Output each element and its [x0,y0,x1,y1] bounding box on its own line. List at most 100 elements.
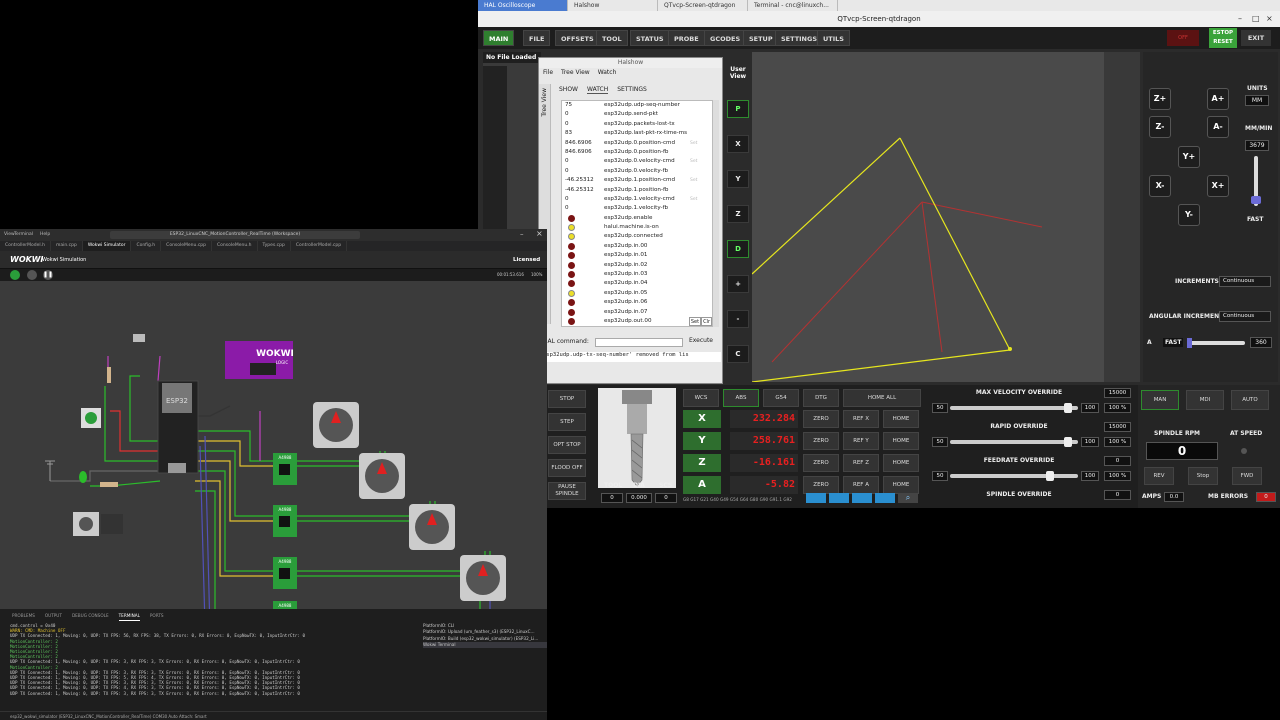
tab-show[interactable]: SHOW [559,86,578,94]
set-value-button[interactable] [690,110,712,119]
maximize-icon[interactable]: □ [1252,11,1260,27]
jog-a-plus-button[interactable]: A+ [1207,88,1229,110]
mode-mdi-button[interactable]: MDI [1186,390,1224,410]
zoom-in-button[interactable]: + [727,275,749,293]
potentiometer[interactable] [133,334,145,342]
jog-x-plus-button[interactable]: X+ [1207,175,1229,197]
toolbar-icon[interactable] [806,493,826,503]
terminal-list-item[interactable]: PlatformIO: Upload (um_feather_s3) (ESP3… [423,629,547,635]
panel-tab-debug-console[interactable]: DEBUG CONSOLE [72,611,109,621]
tab-tool[interactable]: TOOL [596,30,628,46]
set-value-button[interactable] [690,101,712,110]
menu-file[interactable]: File [543,68,553,78]
user-view-label[interactable]: User View [728,66,748,80]
taskbar-item-oscilloscope[interactable]: HAL Oscilloscope [478,0,568,11]
tab-offsets[interactable]: OFFSETS [555,30,600,46]
ref-a-button[interactable]: REF A [843,476,879,494]
editor-tab[interactable]: ControllerModel.h [0,241,51,251]
spindle-stop-button[interactable]: Stop [1188,467,1218,485]
jog-y-plus-button[interactable]: Y+ [1178,146,1200,168]
max-velocity-slider-handle[interactable] [1064,403,1072,413]
home-x-button[interactable]: HOME [883,410,919,428]
home-y-button[interactable]: HOME [883,432,919,450]
menu-watch[interactable]: Watch [598,68,617,78]
hal-command-input[interactable] [595,338,683,347]
terminal-output[interactable]: cmd.control = 0x40 WARN: CMD: Machine OFF… [10,623,415,711]
tab-status[interactable]: STATUS [630,30,670,46]
minimize-icon[interactable]: – [1238,11,1242,27]
zero-y-button[interactable]: ZERO [803,432,839,450]
execute-button[interactable]: Execute [689,337,713,344]
editor-tab[interactable]: ConsoleMenu.cpp [161,241,213,251]
wokwi-circuit-canvas[interactable]: WOKWI LOGIC ESP32 A4988 A4988 A4988 A498… [0,281,547,609]
flood-off-button[interactable]: FLOOD OFF [548,459,586,477]
tab-utils[interactable]: UTILS [817,30,850,46]
taskbar-item-terminal[interactable]: Terminal - cnc@linuxch... [748,0,838,11]
zero-a-button[interactable]: ZERO [803,476,839,494]
jog-z-plus-button[interactable]: Z+ [1149,88,1171,110]
home-a-button[interactable]: HOME [883,476,919,494]
panel-tab-ports[interactable]: PORTS [150,611,164,621]
ref-y-button[interactable]: REF Y [843,432,879,450]
rotary-encoder-knob[interactable] [79,517,93,531]
taskbar-item-qtdragon[interactable]: QTvcp-Screen-qtdragon [658,0,748,11]
tab-probe[interactable]: PROBE [668,30,705,46]
view-dimensions-button[interactable]: D [727,240,749,258]
step-button[interactable]: STEP [548,413,586,431]
stop-button[interactable]: STOP [548,390,586,408]
home-z-button[interactable]: HOME [883,454,919,472]
close-icon[interactable]: × [1266,11,1273,27]
dtg-button[interactable]: DTG [803,389,839,407]
editor-tab[interactable]: Types.cpp [258,241,291,251]
angular-rate-slider[interactable] [1187,341,1245,345]
tab-file[interactable]: FILE [523,30,551,46]
wcs-button[interactable]: WCS [683,389,719,407]
zero-z-button[interactable]: ZERO [803,454,839,472]
clear-bit-button[interactable]: Clr [701,316,712,327]
command-search-input[interactable]: ESP32_LinuxCNC_MotionController_RealTime… [110,231,360,239]
toolbar-icon[interactable] [829,493,849,503]
max-velocity-slider[interactable] [950,406,1078,410]
mode-manual-button[interactable]: MAN [1141,390,1179,410]
editor-tab[interactable]: ControllerModel.cpp [291,241,348,251]
view-y-button[interactable]: Y [727,170,749,188]
ref-x-button[interactable]: REF X [843,410,879,428]
set-value-button[interactable]: Set [690,139,712,148]
set-value-button[interactable] [690,129,712,138]
set-value-button[interactable] [690,148,712,157]
feedrate-override-slider[interactable] [950,474,1078,478]
machine-off-button[interactable]: OFF [1167,30,1199,46]
editor-tab[interactable]: ConsoleMenu.h [212,241,258,251]
pushbutton-cap[interactable] [85,412,97,424]
editor-tab[interactable]: main.cpp [51,241,83,251]
restart-simulation-button[interactable] [10,270,20,280]
angular-increment-select[interactable]: Continuous [1219,311,1271,322]
toolpath-preview[interactable] [752,52,1104,382]
tab-gcodes[interactable]: GCODES [704,30,747,46]
panel-tab-output[interactable]: OUTPUT [45,611,62,621]
clear-view-button[interactable]: C [727,345,749,363]
taskbar-item-halshow[interactable]: Halshow [568,0,658,11]
menu-help[interactable]: Help [40,232,50,237]
estop-reset-button[interactable]: ESTOP RESET [1209,28,1237,48]
pause-spindle-button[interactable]: PAUSE SPINDLE [548,482,586,500]
terminal-list-item[interactable]: Wokwi Terminal [423,641,547,649]
set-value-button[interactable] [690,120,712,129]
view-x-button[interactable]: X [727,135,749,153]
view-z-button[interactable]: Z [727,205,749,223]
set-value-button[interactable] [690,167,712,176]
tab-setup[interactable]: SETUP [743,30,779,46]
jog-y-minus-button[interactable]: Y- [1178,204,1200,226]
rapid-override-slider-handle[interactable] [1064,437,1072,447]
feedrate-override-slider-handle[interactable] [1046,471,1054,481]
g54-button[interactable]: G54 [763,389,799,407]
set-value-button[interactable] [690,186,712,195]
jog-rate-slider-handle[interactable] [1251,196,1261,204]
exit-button[interactable]: EXIT [1241,30,1271,46]
menu-terminal[interactable]: Terminal [14,232,33,237]
increments-select[interactable]: Continuous [1219,276,1271,287]
home-all-button[interactable]: HOME ALL [843,389,921,407]
mode-auto-button[interactable]: AUTO [1231,390,1269,410]
spindle-reverse-button[interactable]: REV [1144,467,1174,485]
zoom-icon[interactable]: ⌕ [898,493,918,503]
